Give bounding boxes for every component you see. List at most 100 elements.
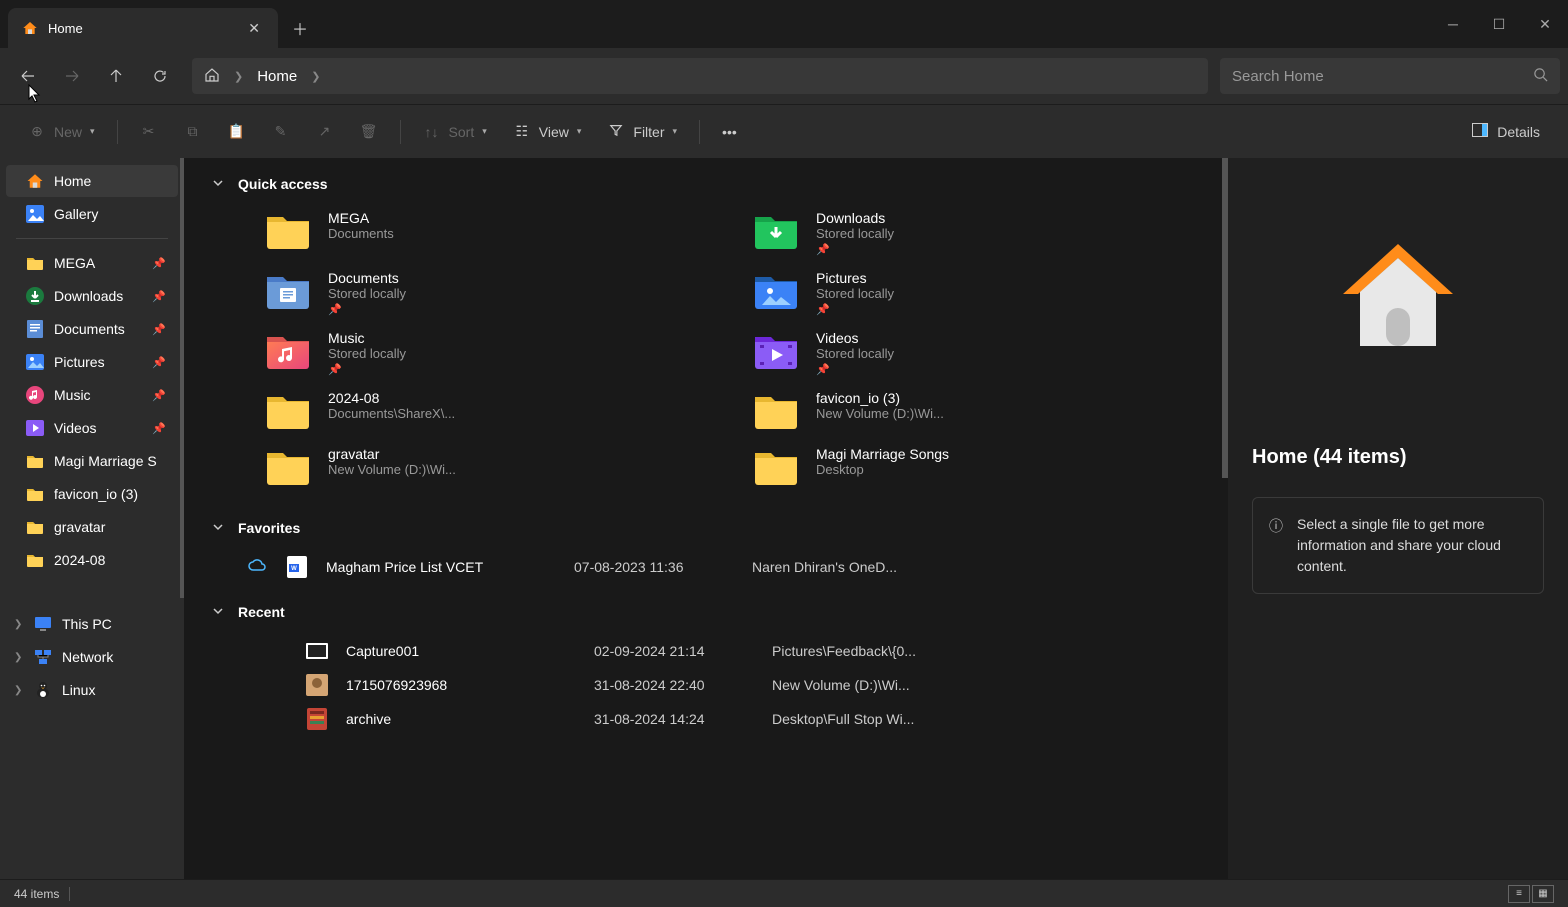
search-input[interactable]: [1232, 68, 1533, 85]
recent-header[interactable]: Recent: [212, 604, 1200, 620]
more-button[interactable]: •••: [712, 118, 747, 146]
address-bar[interactable]: ❯ Home ❯: [192, 58, 1208, 94]
separator: [400, 120, 401, 144]
sidebar-item[interactable]: Downloads📌: [6, 280, 178, 312]
cloud-icon: [248, 559, 268, 576]
sidebar-item-linux[interactable]: ❯ Linux: [6, 674, 178, 706]
details-toggle[interactable]: Details: [1461, 117, 1550, 146]
item-name: Documents: [328, 270, 712, 286]
favorites-header[interactable]: Favorites: [212, 520, 1200, 536]
filter-button[interactable]: Filter ▾: [597, 117, 687, 146]
sidebar-item-network[interactable]: ❯Network: [6, 641, 178, 673]
cut-button[interactable]: ✂: [130, 117, 168, 146]
more-icon: •••: [722, 124, 737, 140]
plus-circle-icon: ⊕: [28, 123, 46, 140]
folder-icon: [264, 390, 312, 432]
forward-button[interactable]: [52, 56, 92, 96]
recent-item[interactable]: Capture001 02-09-2024 21:14 Pictures\Fee…: [232, 634, 1200, 668]
chevron-right-icon[interactable]: ❯: [14, 685, 24, 696]
sidebar-item-label: Documents: [54, 321, 142, 337]
item-location: Stored locally: [328, 286, 712, 301]
titlebar: Home ✕ ＋ ─ ☐ ✕: [0, 0, 1568, 48]
tiles-view-toggle[interactable]: ▦: [1532, 885, 1554, 903]
view-button[interactable]: ☷ View ▾: [503, 117, 592, 146]
sidebar-item[interactable]: Videos📌: [6, 412, 178, 444]
rename-button[interactable]: ✎: [262, 117, 300, 146]
pin-icon: 📌: [816, 303, 1200, 316]
sidebar-item[interactable]: favicon_io (3): [6, 478, 178, 510]
rename-icon: ✎: [272, 123, 290, 140]
item-location: Naren Dhiran's OneD...: [752, 559, 1200, 575]
quick-access-item[interactable]: Downloads Stored locally 📌: [752, 206, 1200, 260]
quick-access-item[interactable]: favicon_io (3) New Volume (D:)\Wi...: [752, 386, 1200, 436]
sidebar-item[interactable]: MEGA📌: [6, 247, 178, 279]
linux-icon: [34, 681, 52, 699]
share-button[interactable]: ↗: [306, 117, 344, 146]
quick-access-item[interactable]: Documents Stored locally 📌: [264, 266, 712, 320]
sidebar-item-home[interactable]: Home: [6, 165, 178, 197]
tab-home[interactable]: Home ✕: [8, 8, 278, 48]
sidebar-item[interactable]: Magi Marriage S: [6, 445, 178, 477]
sidebar-item[interactable]: gravatar: [6, 511, 178, 543]
quick-access-item[interactable]: Videos Stored locally 📌: [752, 326, 1200, 380]
folder-icon: [264, 210, 312, 252]
window-controls: ─ ☐ ✕: [1430, 0, 1568, 48]
sidebar-item-gallery[interactable]: Gallery: [6, 198, 178, 230]
quick-access-header[interactable]: Quick access: [212, 176, 1200, 192]
chevron-right-icon[interactable]: ❯: [234, 70, 243, 83]
delete-button[interactable]: 🗑: [350, 117, 388, 146]
quick-access-item[interactable]: Pictures Stored locally 📌: [752, 266, 1200, 320]
sidebar-item[interactable]: Music📌: [6, 379, 178, 411]
sidebar-item-label: Linux: [62, 682, 166, 698]
minimize-button[interactable]: ─: [1430, 0, 1476, 48]
up-button[interactable]: [96, 56, 136, 96]
quick-access-item[interactable]: Music Stored locally 📌: [264, 326, 712, 380]
sort-button[interactable]: ↑↓ Sort ▾: [413, 118, 497, 146]
refresh-button[interactable]: [140, 56, 180, 96]
sidebar-item[interactable]: Documents📌: [6, 313, 178, 345]
separator: [16, 238, 168, 239]
search-icon[interactable]: [1533, 67, 1548, 85]
sidebar-item[interactable]: Pictures📌: [6, 346, 178, 378]
quick-access-item[interactable]: gravatar New Volume (D:)\Wi...: [264, 442, 712, 492]
new-button[interactable]: ⊕ New ▾: [18, 117, 105, 146]
favorite-item[interactable]: W Magham Price List VCET 07-08-2023 11:3…: [212, 550, 1200, 584]
recent-item[interactable]: archive 31-08-2024 14:24 Desktop\Full St…: [232, 702, 1200, 736]
item-name: 1715076923968: [346, 677, 576, 693]
copy-button[interactable]: ⧉: [174, 117, 212, 146]
close-window-button[interactable]: ✕: [1522, 0, 1568, 48]
search-box[interactable]: [1220, 58, 1560, 94]
separator: [69, 887, 70, 901]
quick-access-item[interactable]: 2024-08 Documents\ShareX\...: [264, 386, 712, 436]
item-location: Stored locally: [816, 286, 1200, 301]
scrollbar[interactable]: [1222, 158, 1228, 478]
item-location: Stored locally: [816, 226, 1200, 241]
status-bar: 44 items ≡ ▦: [0, 879, 1568, 907]
pin-icon: 📌: [816, 243, 1200, 256]
sidebar-item[interactable]: 2024-08: [6, 544, 178, 576]
paste-button[interactable]: 📋: [218, 117, 256, 146]
item-location: Documents\ShareX\...: [328, 406, 712, 421]
chevron-right-icon[interactable]: ❯: [311, 70, 320, 83]
new-tab-button[interactable]: ＋: [278, 8, 322, 48]
pin-icon: 📌: [816, 363, 1200, 376]
quick-access-item[interactable]: Magi Marriage Songs Desktop: [752, 442, 1200, 492]
item-name: Pictures: [816, 270, 1200, 286]
maximize-button[interactable]: ☐: [1476, 0, 1522, 48]
home-icon: [22, 20, 38, 36]
quick-access-item[interactable]: MEGA Documents: [264, 206, 712, 260]
main-content: Quick access MEGA Documents Downloads St…: [184, 158, 1228, 879]
item-location: Stored locally: [816, 346, 1200, 361]
recent-item[interactable]: 1715076923968 31-08-2024 22:40 New Volum…: [232, 668, 1200, 702]
breadcrumb-home[interactable]: Home: [257, 68, 297, 85]
sidebar-item-label: 2024-08: [54, 552, 166, 568]
sidebar-item-this-pc[interactable]: ❯This PC: [6, 608, 178, 640]
item-name: Magham Price List VCET: [326, 559, 556, 575]
close-icon[interactable]: ✕: [244, 16, 264, 41]
back-button[interactable]: [8, 56, 48, 96]
details-view-toggle[interactable]: ≡: [1508, 885, 1530, 903]
folder-icon: [752, 210, 800, 252]
chevron-right-icon[interactable]: ❯: [14, 619, 24, 630]
details-pane-icon: [1471, 123, 1489, 140]
chevron-right-icon[interactable]: ❯: [14, 652, 24, 663]
